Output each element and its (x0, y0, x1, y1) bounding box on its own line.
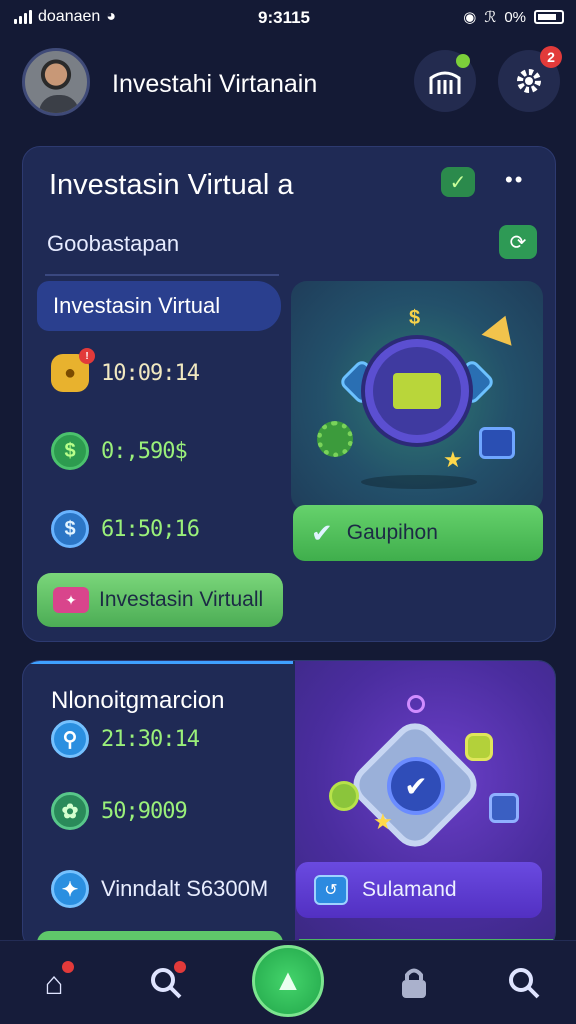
tab-home[interactable]: ⌂ (26, 955, 82, 1011)
bottom-nav: ⌂ ▲ (0, 940, 576, 1024)
alarm-icon: ◉ (463, 9, 477, 26)
gear-icon (317, 421, 353, 457)
portfolio-button[interactable] (414, 50, 476, 112)
accent-line (23, 661, 293, 664)
camera-icon (479, 427, 515, 459)
submit-button[interactable]: ↺ Sulamand (296, 862, 542, 918)
alert-icon: ! (79, 348, 95, 364)
notification-dot (174, 961, 186, 973)
key-icon: ⚲ (51, 720, 89, 758)
settings-button[interactable]: 2 (498, 46, 562, 112)
dollar-icon: $ (51, 432, 89, 470)
building-icon (429, 71, 461, 94)
search-icon (509, 968, 540, 999)
more-icon[interactable]: •• (505, 167, 524, 193)
camera-icon (489, 793, 519, 823)
stat-row: ⚲ 21:30:14 (51, 717, 281, 761)
stat-value: 0:,590$ (101, 438, 188, 464)
status-right: ◉ ℛ 0% (463, 8, 564, 26)
check-icon: ✔ (311, 517, 333, 548)
hex-icon (465, 733, 493, 761)
investment-card: Investasin Virtual a ✓ •• Goobastapan ⟳ … (22, 146, 556, 642)
lock-icon (402, 968, 426, 998)
confirm-button[interactable]: ✔ Gaupihon (293, 505, 543, 561)
stat-value: 21:30:14 (101, 726, 200, 752)
verified-icon[interactable]: ✓ (441, 167, 475, 197)
avatar[interactable] (22, 48, 90, 116)
tab-search[interactable] (138, 955, 194, 1011)
bluetooth-icon: ℛ (484, 9, 497, 26)
battery-icon (534, 10, 564, 24)
wifi-icon: ◕ (106, 8, 116, 25)
gear-icon (517, 69, 541, 93)
refresh-button[interactable]: ⟳ (499, 225, 537, 259)
leaf-icon (456, 54, 470, 68)
signal-icon (14, 10, 32, 24)
card-subtitle: Goobastapan (47, 231, 180, 256)
coin-icon (329, 781, 359, 811)
star-icon: ★ (373, 809, 393, 834)
divider (45, 274, 279, 276)
submit-button-label: Sulamand (362, 878, 457, 901)
star-icon: ★ (443, 447, 463, 472)
confirm-button-label: Gaupihon (346, 521, 438, 544)
status-left: doanaen ◕ (14, 8, 116, 26)
tab-explore[interactable] (496, 955, 552, 1011)
gem-icon (481, 310, 521, 346)
check-icon: ✔ (387, 757, 445, 815)
stat-row: $ 0:,590$ (51, 429, 281, 473)
tab-add[interactable]: ▲ (252, 945, 324, 1017)
carrier-label: doanaen (38, 8, 101, 25)
leaf-icon: ▲ (273, 964, 303, 997)
home-icon: ⌂ (44, 964, 64, 1001)
dollar-icon: $ (409, 307, 421, 329)
refresh-icon: ⟳ (509, 231, 527, 254)
envelope-icon (393, 373, 441, 409)
clock: 9:3115 (258, 8, 310, 27)
stat-row: ✿ 50;9009 (51, 789, 281, 833)
stat-row: $ 61:50;16 (51, 507, 281, 551)
card-title: Investasin Virtual a (49, 169, 294, 201)
app-title: Investahi Virtanain (112, 70, 318, 98)
spark-icon: ✦ (51, 870, 89, 908)
ring-icon (407, 695, 425, 713)
stat-value: 10:09:14 (101, 360, 200, 386)
dollar-icon: $ (51, 510, 89, 548)
edit-icon: ↺ (314, 875, 348, 905)
invest-button[interactable]: ✦ Investasin Virtuall (37, 573, 283, 627)
tab-investasi[interactable]: Investasin Virtual (37, 281, 281, 331)
notification-badge: 2 (540, 46, 562, 68)
stat-row: ✦ Vinndalt S6300M (51, 867, 311, 911)
stat-value: Vinndalt S6300M (101, 876, 269, 901)
status-bar: doanaen ◕ 9:3115 ◉ ℛ 0% (0, 0, 576, 36)
clover-icon: ✿ (51, 792, 89, 830)
card-title: Nlonoitgmarcion (51, 687, 225, 714)
tab-wallet[interactable] (386, 955, 442, 1011)
ticket-icon: ✦ (53, 587, 89, 613)
notification-dot (62, 961, 74, 973)
stat-value: 61:50;16 (101, 516, 200, 542)
battery-percent: 0% (504, 8, 526, 26)
stat-value: 50;9009 (101, 798, 188, 824)
shadow (361, 475, 477, 489)
tab-label: Investasin Virtual (53, 293, 221, 318)
coin-icon: ●! (51, 348, 95, 392)
stat-row: ●! 10:09:14 (51, 348, 281, 395)
investment-illustration: $ ★ (291, 281, 543, 511)
app-header: Investahi Virtanain 2 (0, 40, 576, 128)
invest-button-label: Investasin Virtuall (99, 588, 264, 611)
